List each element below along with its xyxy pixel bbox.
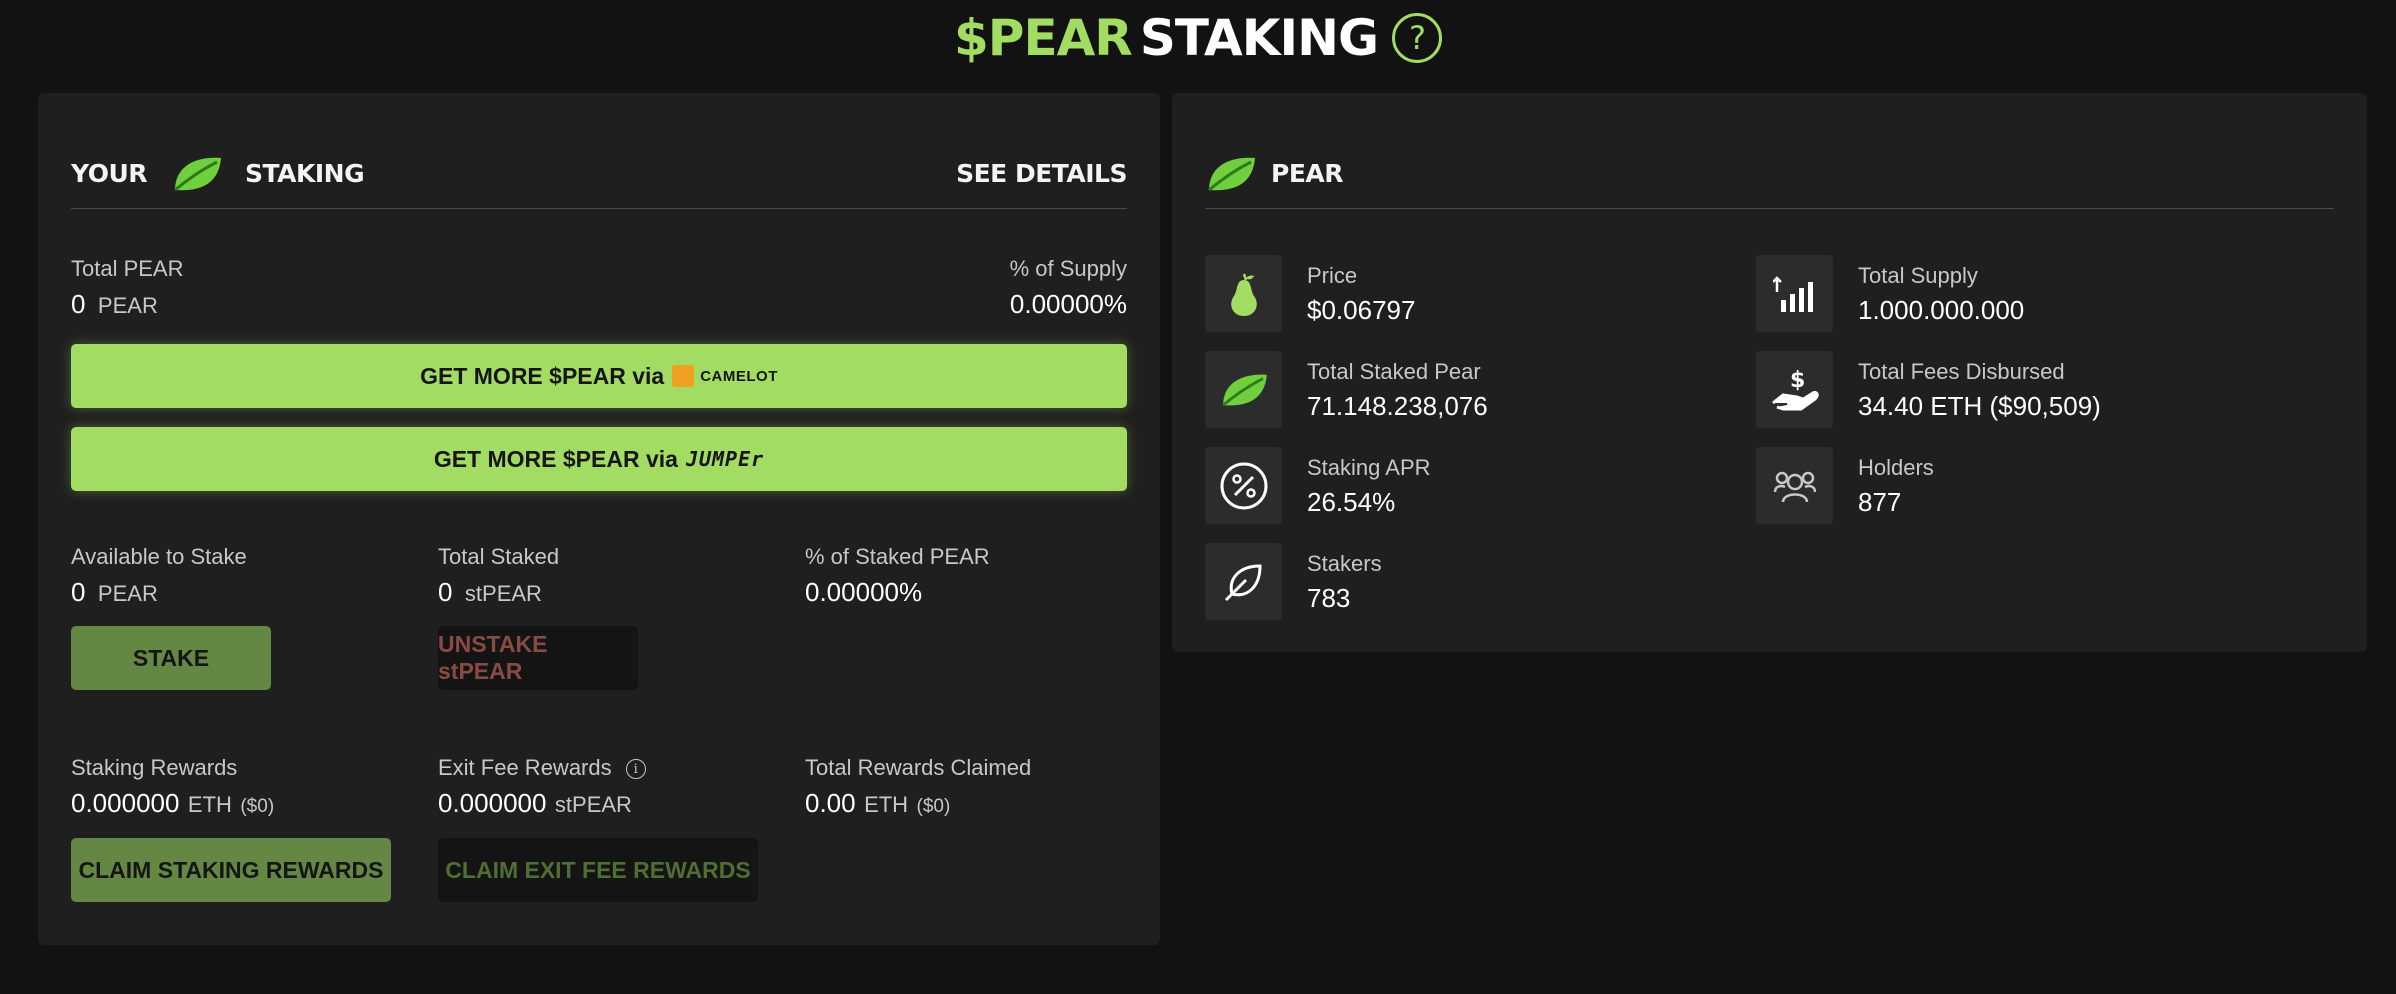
total-pear-amount: 0 PEAR [71, 289, 158, 320]
holders-label: Holders [1858, 455, 1934, 480]
pct-staked-label: % of Staked PEAR [805, 544, 990, 569]
total-claimed-amount: 0.00 ETH ($0) [805, 788, 950, 819]
staking-rewards-value: 0.000000 [71, 788, 180, 818]
stakers-value: 783 [1307, 583, 1351, 613]
price-stat: Price $0.06797 [1205, 255, 1705, 332]
price-value: $0.06797 [1307, 295, 1416, 325]
stake-button[interactable]: STAKE [71, 626, 271, 690]
available-label: Available to Stake [71, 544, 247, 569]
leaf-icon [1208, 157, 1255, 191]
jumper-button-label: GET MORE $PEAR via [433, 445, 678, 472]
staking-apr-stat: Staking APR 26.54% [1205, 447, 1705, 524]
total-supply-value: 1.000.000.000 [1858, 295, 2025, 325]
title-token: $PEAR [954, 9, 1133, 67]
chart-up-icon [1756, 255, 1833, 332]
pear-title: PEAR [1271, 159, 1344, 188]
available-amount: 0 PEAR [71, 577, 158, 608]
supply-label: % of Supply [1009, 256, 1127, 281]
total-staked-unit: stPEAR [464, 581, 542, 606]
total-pear-label: Total PEAR [71, 256, 184, 281]
your-staking-header: YOUR STAKING SEE DETAILS [71, 139, 1127, 209]
price-label: Price [1307, 263, 1358, 288]
get-pear-jumper-button[interactable]: GET MORE $PEAR via JUMPEr [71, 427, 1127, 491]
total-claimed-usd: ($0) [916, 796, 951, 817]
staking-apr-value: 26.54% [1307, 487, 1396, 517]
get-pear-camelot-button[interactable]: GET MORE $PEAR via CAMELOT [71, 344, 1127, 408]
pear-icon [1205, 255, 1282, 332]
hand-dollar-icon: $ [1756, 351, 1833, 428]
total-staked-label: Total Staked [438, 544, 560, 569]
title-staking: STAKING [1139, 9, 1379, 67]
page-title: $PEAR STAKING ? [0, 0, 2396, 76]
staking-label: STAKING [245, 159, 365, 188]
see-details-link[interactable]: SEE DETAILS [956, 159, 1127, 188]
total-fees-value: 34.40 ETH ($90,509) [1858, 391, 2101, 421]
total-claimed-value: 0.00 [805, 788, 856, 818]
pear-header: PEAR [1205, 139, 2334, 209]
staking-rewards-label: Staking Rewards [71, 755, 238, 780]
claim-exit-fee-rewards-button[interactable]: CLAIM EXIT FEE REWARDS [438, 838, 758, 902]
exit-fee-amount: 0.000000 stPEAR [438, 788, 632, 819]
jumper-logo: JUMPEr [685, 447, 765, 471]
exit-fee-value: 0.000000 [438, 788, 547, 818]
available-value: 0 [71, 577, 86, 607]
claim-staking-rewards-button[interactable]: CLAIM STAKING REWARDS [71, 838, 391, 902]
percent-icon [1205, 447, 1282, 524]
exit-fee-label-wrap: Exit Fee Rewards i [438, 755, 646, 781]
stakers-label: Stakers [1307, 551, 1382, 576]
total-claimed-label: Total Rewards Claimed [805, 755, 1032, 780]
total-staked-pear-stat: Total Staked Pear 71.148.238,076 [1205, 351, 1705, 428]
total-fees-label: Total Fees Disbursed [1858, 359, 2065, 384]
stakers-stat: Stakers 783 [1205, 543, 1705, 620]
total-staked-pear-label: Total Staked Pear [1307, 359, 1481, 384]
available-unit: PEAR [97, 581, 158, 606]
leaf-icon [1205, 351, 1282, 428]
supply-value: 0.00000% [1009, 289, 1127, 319]
exit-fee-label: Exit Fee Rewards [438, 755, 612, 780]
leaf-icon [174, 157, 222, 191]
your-label: YOUR [71, 159, 148, 188]
your-staking-panel: YOUR STAKING SEE DETAILS Total PEAR 0 PE… [38, 93, 1160, 945]
holders-stat: Holders 877 [1756, 447, 2256, 524]
staking-rewards-usd: ($0) [240, 796, 275, 817]
total-supply-stat: Total Supply 1.000.000.000 [1756, 255, 2256, 332]
total-staked-value: 0 [438, 577, 453, 607]
total-supply-label: Total Supply [1858, 263, 1978, 288]
camelot-logo: CAMELOT [672, 365, 778, 387]
total-staked-amount: 0 stPEAR [438, 577, 542, 608]
staking-apr-label: Staking APR [1307, 455, 1431, 480]
camelot-button-label: GET MORE $PEAR via [420, 362, 665, 389]
info-icon[interactable]: i [625, 759, 646, 780]
total-pear-value: 0 [71, 289, 86, 319]
total-claimed-unit: ETH [864, 792, 909, 817]
staking-rewards-amount: 0.000000 ETH ($0) [71, 788, 274, 819]
camelot-name: CAMELOT [700, 367, 778, 385]
pear-stats-panel: PEAR Price $0.06797 Total Supply 1.000.0… [1172, 93, 2367, 652]
total-fees-stat: $ Total Fees Disbursed 34.40 ETH ($90,50… [1756, 351, 2316, 428]
exit-fee-unit: stPEAR [554, 792, 632, 817]
total-pear-unit: PEAR [97, 293, 158, 318]
svg-text:$: $ [1790, 368, 1805, 393]
pct-staked-value: 0.00000% [805, 577, 923, 607]
unstake-button[interactable]: UNSTAKE stPEAR [438, 626, 638, 690]
help-icon[interactable]: ? [1391, 13, 1442, 63]
total-staked-pear-value: 71.148.238,076 [1307, 391, 1488, 421]
users-icon [1756, 447, 1833, 524]
staking-rewards-unit: ETH [187, 792, 232, 817]
leaf-outline-icon [1205, 543, 1282, 620]
holders-value: 877 [1858, 487, 1902, 517]
